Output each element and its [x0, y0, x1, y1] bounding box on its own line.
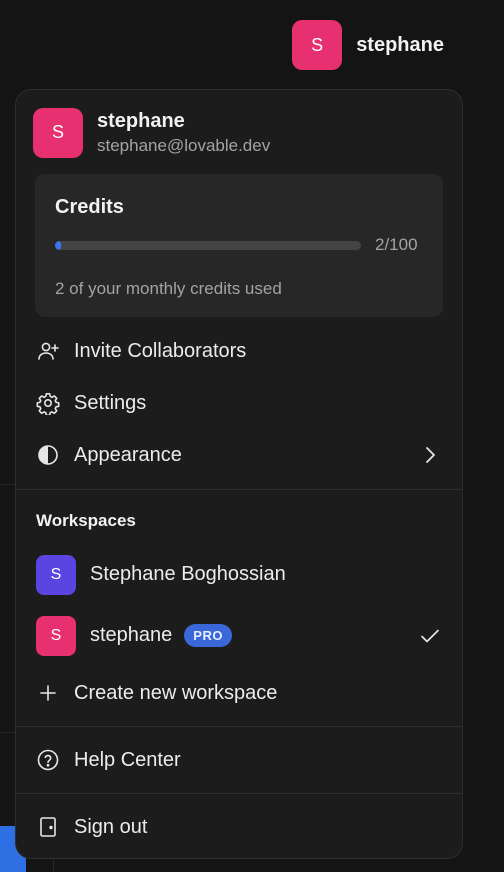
workspace-avatar: S — [36, 615, 76, 656]
workspace-item[interactable]: S Stephane Boghossian — [16, 544, 462, 605]
help-circle-icon — [36, 748, 60, 772]
credits-progress-fill — [55, 240, 62, 250]
settings-label: Settings — [74, 391, 147, 414]
invite-collaborators-item[interactable]: Invite Collaborators — [16, 325, 462, 377]
checkmark-icon — [418, 624, 442, 648]
background-divider — [0, 732, 16, 733]
create-workspace-item[interactable]: Create new workspace — [16, 666, 462, 720]
workspace-name: stephane — [90, 624, 173, 646]
workspace-name: Stephane Boghossian — [90, 563, 286, 585]
account-name: stephane — [356, 33, 444, 56]
avatar: S — [292, 20, 343, 70]
create-workspace-label: Create new workspace — [74, 681, 278, 704]
credits-progress-bar — [55, 240, 361, 250]
appearance-label: Appearance — [74, 443, 182, 466]
background-divider — [0, 484, 16, 485]
workspaces-heading: Workspaces — [36, 511, 136, 530]
help-center-label: Help Center — [74, 748, 181, 771]
profile-text: stephane stephane@lovable.dev — [97, 110, 270, 156]
pro-badge: PRO — [184, 624, 232, 647]
plus-icon — [36, 681, 60, 705]
door-icon — [36, 815, 60, 839]
profile-name: stephane — [97, 109, 185, 132]
workspace-avatar: S — [36, 554, 76, 595]
sign-out-item[interactable]: Sign out — [16, 794, 462, 858]
credits-note: 2 of your monthly credits used — [55, 279, 282, 298]
credits-count: 2/100 — [375, 235, 418, 254]
profile-header: S stephane stephane@lovable.dev — [16, 90, 462, 158]
account-dropdown-menu: S stephane stephane@lovable.dev Credits … — [15, 89, 463, 859]
appearance-item[interactable]: Appearance — [16, 429, 462, 481]
credits-card: Credits 2/100 2 of your monthly credits … — [35, 174, 443, 317]
chevron-right-icon — [418, 443, 442, 467]
invite-collaborators-label: Invite Collaborators — [74, 339, 247, 362]
contrast-icon — [36, 443, 60, 467]
credits-title: Credits — [55, 196, 124, 218]
profile-email: stephane@lovable.dev — [97, 135, 271, 155]
sign-out-label: Sign out — [74, 815, 148, 838]
user-plus-icon — [36, 339, 60, 363]
gear-icon — [36, 391, 60, 415]
avatar: S — [33, 107, 83, 158]
account-menu-trigger[interactable]: S stephane — [292, 20, 444, 70]
app-stage: S stephane S stephane stephane@lovable.d… — [0, 0, 504, 872]
credits-progress-row: 2/100 — [55, 235, 423, 255]
settings-item[interactable]: Settings — [16, 377, 462, 429]
help-center-item[interactable]: Help Center — [16, 727, 462, 793]
workspace-item-selected[interactable]: S stephane PRO — [16, 605, 462, 666]
